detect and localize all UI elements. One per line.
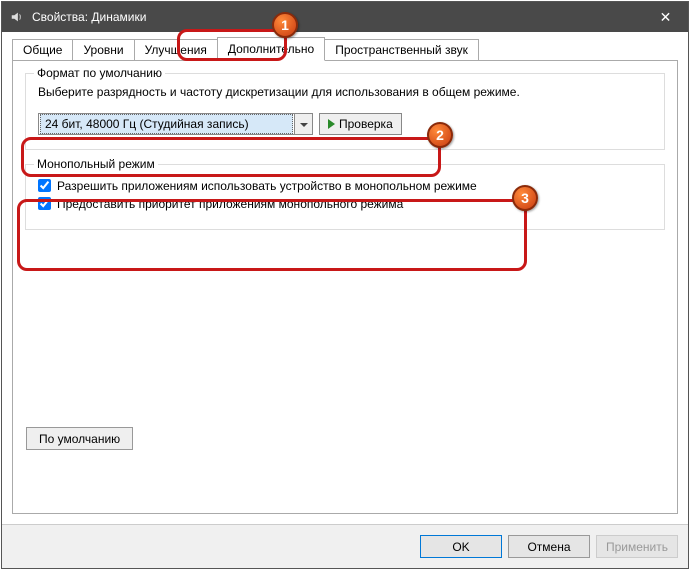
- default-format-legend: Формат по умолчанию: [34, 66, 165, 80]
- format-combobox[interactable]: 24 бит, 48000 Гц (Студийная запись): [38, 113, 313, 135]
- titlebar: Свойства: Динамики ✕: [2, 2, 688, 32]
- window-title: Свойства: Динамики: [32, 10, 146, 24]
- dialog-button-bar: OK Отмена Применить: [2, 524, 688, 568]
- test-button[interactable]: Проверка: [319, 113, 402, 135]
- test-button-label: Проверка: [339, 117, 393, 131]
- cancel-button[interactable]: Отмена: [508, 535, 590, 558]
- format-selected-text: 24 бит, 48000 Гц (Студийная запись): [40, 114, 293, 134]
- tabs-row: Общие Уровни Улучшения Дополнительно Про…: [12, 36, 678, 60]
- allow-exclusive-checkbox[interactable]: [38, 179, 51, 192]
- restore-defaults-button[interactable]: По умолчанию: [26, 427, 133, 450]
- ok-button[interactable]: OK: [420, 535, 502, 558]
- close-button[interactable]: ✕: [643, 2, 688, 32]
- exclusive-legend: Монопольный режим: [34, 157, 158, 171]
- format-dropdown-button[interactable]: [294, 114, 312, 134]
- default-format-description: Выберите разрядность и частоту дискретиз…: [38, 84, 652, 101]
- speaker-icon: [10, 10, 24, 24]
- close-icon: ✕: [660, 9, 672, 26]
- play-icon: [328, 119, 335, 129]
- exclusive-mode-group: Монопольный режим Разрешить приложениям …: [25, 164, 665, 230]
- allow-exclusive-row[interactable]: Разрешить приложениям использовать устро…: [38, 179, 652, 193]
- priority-exclusive-row[interactable]: Предоставить приоритет приложениям моноп…: [38, 197, 652, 211]
- default-format-group: Формат по умолчанию Выберите разрядность…: [25, 73, 665, 150]
- tab-general[interactable]: Общие: [12, 39, 73, 60]
- format-row: 24 бит, 48000 Гц (Студийная запись) Пров…: [38, 113, 652, 135]
- priority-exclusive-checkbox[interactable]: [38, 197, 51, 210]
- tab-spatial[interactable]: Пространственный звук: [324, 39, 479, 60]
- chevron-down-icon: [300, 117, 308, 131]
- tab-advanced[interactable]: Дополнительно: [217, 37, 325, 61]
- allow-exclusive-label: Разрешить приложениям использовать устро…: [57, 179, 477, 193]
- tab-levels[interactable]: Уровни: [72, 39, 134, 60]
- properties-dialog: Свойства: Динамики ✕ Общие Уровни Улучше…: [1, 1, 689, 569]
- priority-exclusive-label: Предоставить приоритет приложениям моноп…: [57, 197, 403, 211]
- tab-enhancements[interactable]: Улучшения: [134, 39, 218, 60]
- dialog-content: Общие Уровни Улучшения Дополнительно Про…: [2, 32, 688, 524]
- apply-button: Применить: [596, 535, 678, 558]
